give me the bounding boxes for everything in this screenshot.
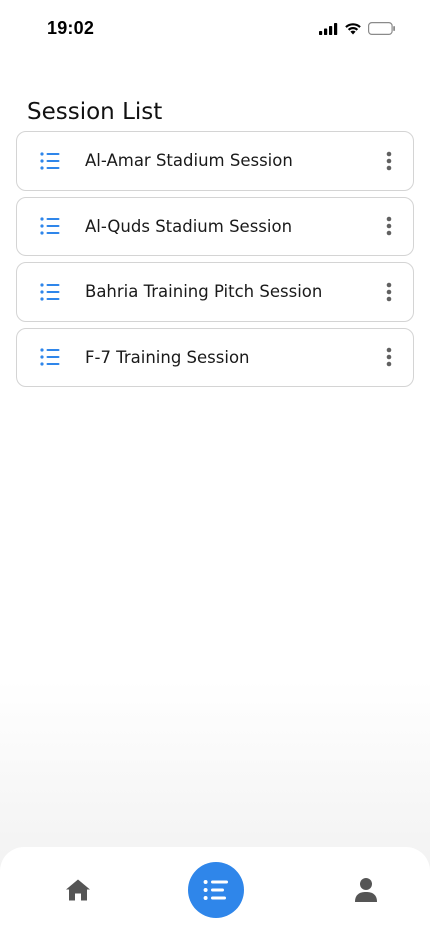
more-options-button[interactable] — [379, 345, 399, 369]
page-title: Session List — [27, 99, 163, 126]
session-item[interactable]: Al-Amar Stadium Session — [16, 131, 414, 191]
nav-home-button[interactable] — [64, 876, 92, 904]
session-name: Al-Amar Stadium Session — [85, 151, 293, 171]
session-name: Al-Quds Stadium Session — [85, 216, 293, 236]
nav-profile-button[interactable] — [352, 876, 380, 904]
more-vertical-icon — [386, 216, 392, 236]
bottom-nav — [0, 847, 430, 932]
session-item[interactable]: F-7 Training Session — [16, 327, 414, 387]
session-name: F-7 Training Session — [85, 347, 250, 367]
nav-sessions-button[interactable] — [188, 862, 244, 918]
list-icon — [40, 283, 60, 301]
more-vertical-icon — [386, 347, 392, 367]
list-icon — [40, 152, 60, 170]
more-vertical-icon — [386, 151, 392, 171]
session-item[interactable]: Bahria Training Pitch Session — [16, 262, 414, 322]
list-icon — [40, 217, 60, 235]
more-options-button[interactable] — [379, 149, 399, 173]
user-icon — [355, 878, 377, 902]
cellular-signal-icon — [319, 22, 338, 35]
home-icon — [66, 879, 90, 901]
battery-icon — [368, 22, 395, 35]
more-options-button[interactable] — [379, 280, 399, 304]
status-bar: 19:02 — [0, 0, 430, 56]
wifi-icon — [345, 23, 361, 35]
session-name: Bahria Training Pitch Session — [85, 282, 323, 302]
session-list: Al-Amar Stadium Session Al-Quds Stadium … — [16, 131, 414, 387]
list-icon — [40, 348, 60, 366]
more-vertical-icon — [386, 282, 392, 302]
status-icons — [319, 22, 396, 35]
list-icon — [203, 880, 228, 900]
session-item[interactable]: Al-Quds Stadium Session — [16, 196, 414, 256]
status-time: 19:02 — [47, 18, 95, 38]
more-options-button[interactable] — [379, 214, 399, 238]
